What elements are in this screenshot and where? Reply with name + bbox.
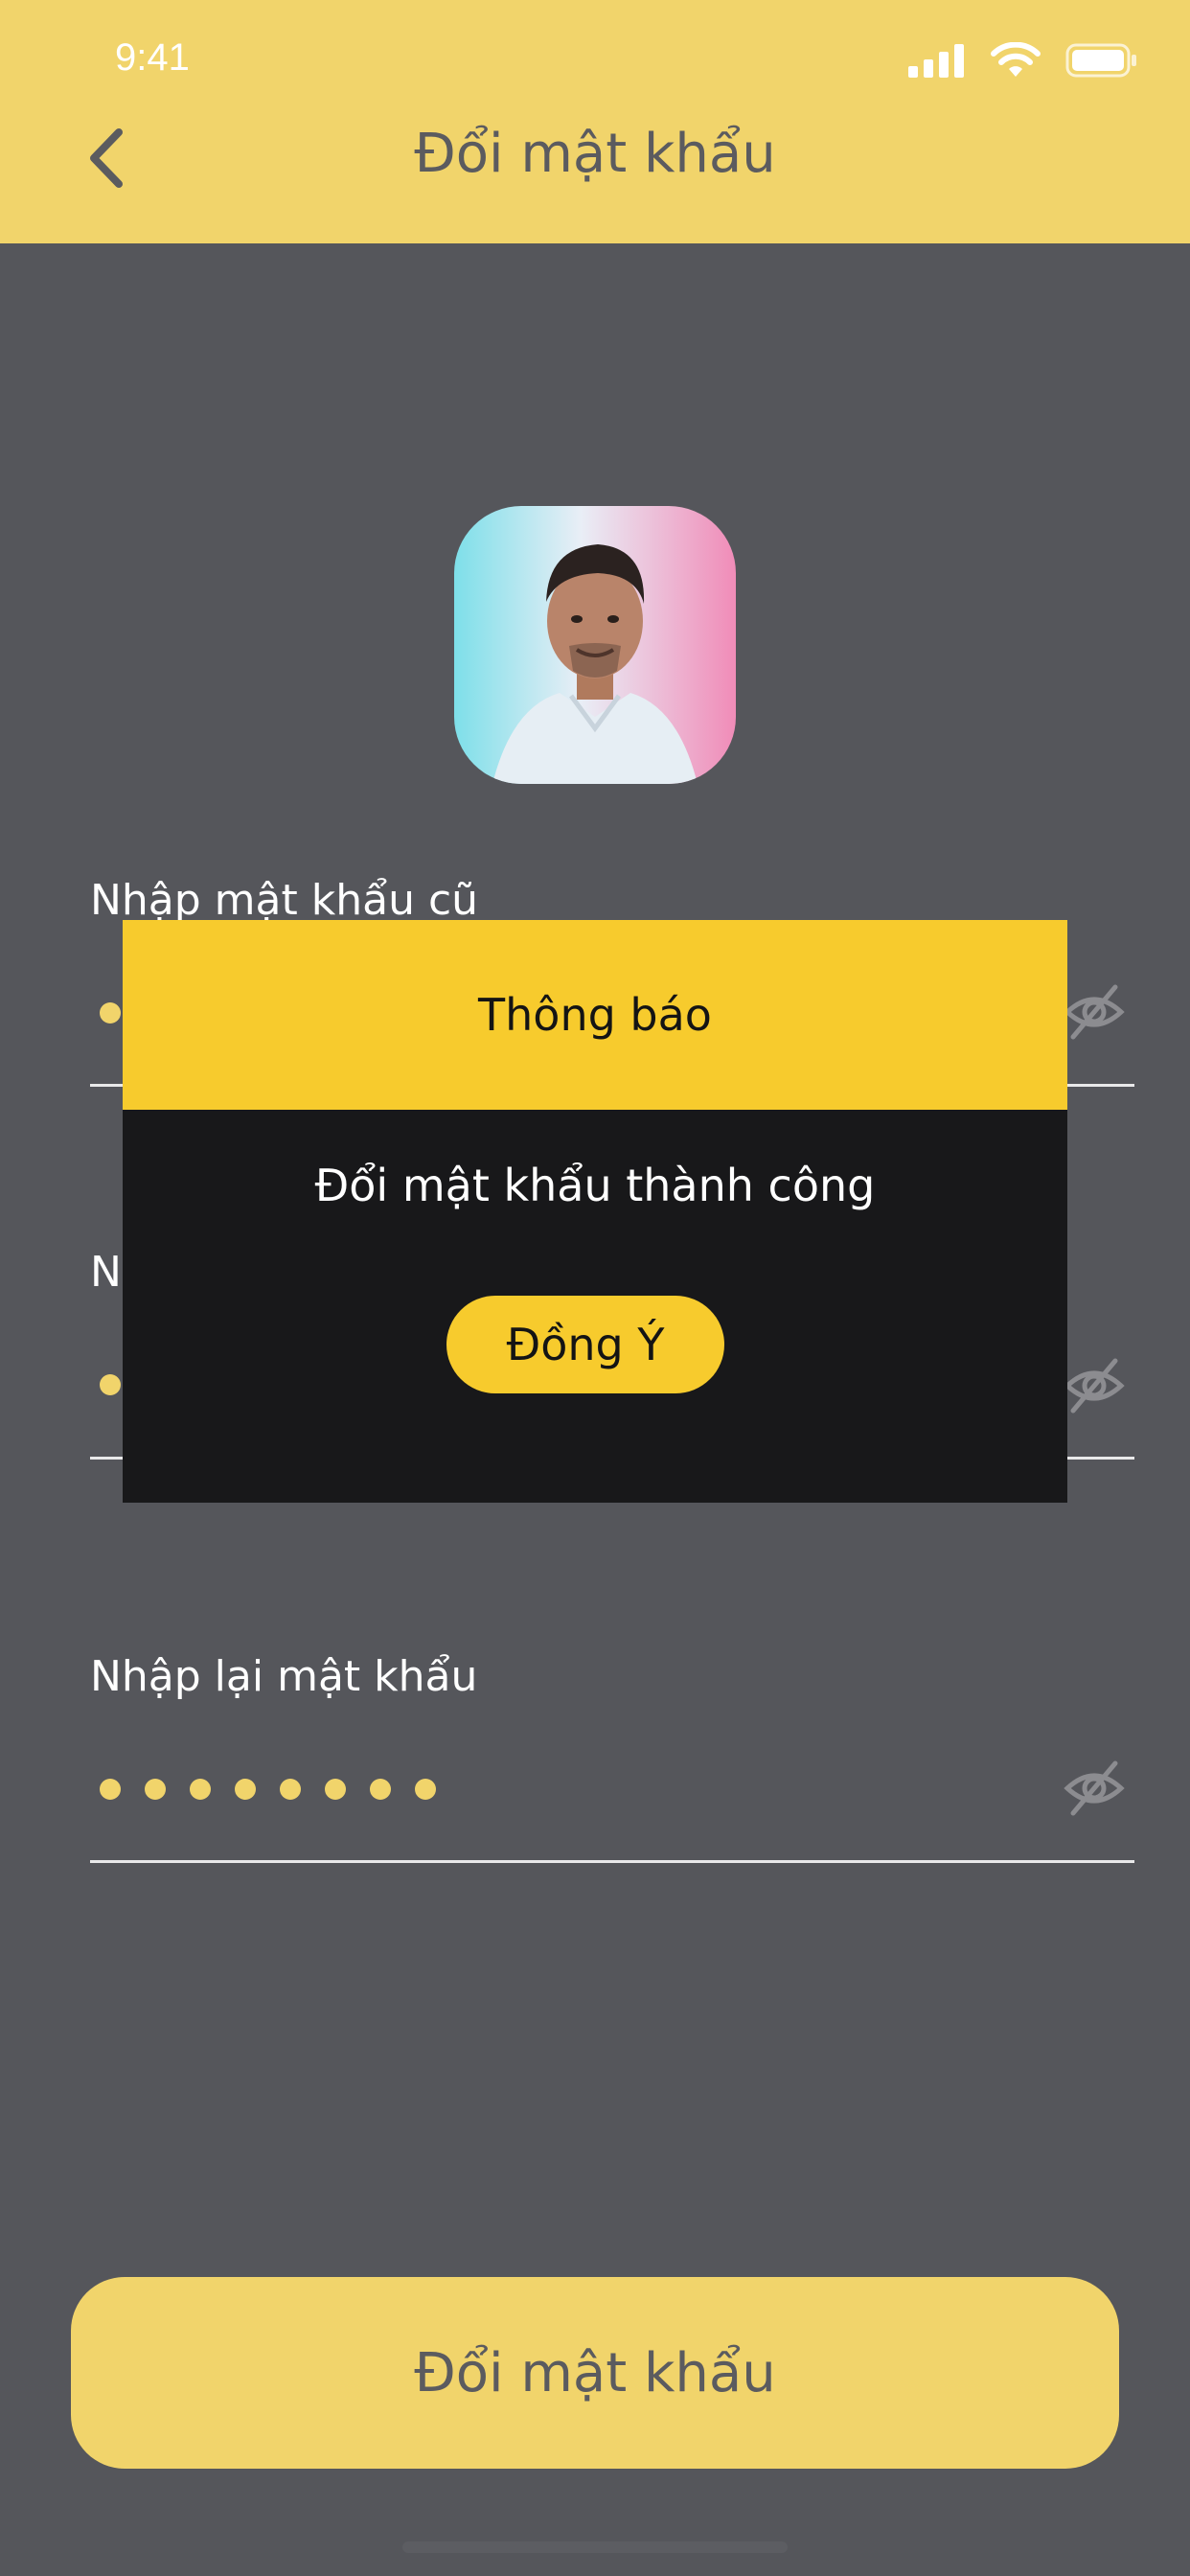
field-underline: [90, 1860, 1134, 1863]
eye-off-icon: [1064, 984, 1125, 1040]
password-dot: [145, 1779, 166, 1800]
notification-dialog: Thông báo Đổi mật khẩu thành công Đồng Ý: [123, 920, 1067, 1503]
status-icons: [908, 42, 1138, 79]
wifi-icon: [991, 42, 1041, 77]
password-dot: [415, 1779, 436, 1800]
password-dot: [100, 1002, 121, 1024]
new-password-label: N: [90, 1248, 122, 1297]
page-title: Đổi mật khẩu: [414, 123, 776, 185]
password-dot: [190, 1779, 211, 1800]
password-dot: [100, 1374, 121, 1395]
password-dot: [370, 1779, 391, 1800]
password-dot: [100, 1779, 121, 1800]
home-indicator: [402, 2542, 788, 2553]
confirm-password-label: Nhập lại mật khẩu: [90, 1652, 478, 1701]
password-dot: [280, 1779, 301, 1800]
toggle-visibility-button[interactable]: [1064, 1758, 1125, 1819]
avatar[interactable]: [454, 506, 736, 784]
eye-off-icon: [1064, 1760, 1125, 1816]
dialog-message: Đổi mật khẩu thành công: [314, 1160, 876, 1211]
battery-icon: [1065, 43, 1136, 78]
old-password-label: Nhập mật khẩu cũ: [90, 876, 479, 925]
dialog-body: Đổi mật khẩu thành công Đồng Ý: [123, 1110, 1067, 1503]
profile-photo: [454, 506, 736, 784]
dialog-title: Thông báo: [123, 920, 1067, 1110]
password-dot: [235, 1779, 256, 1800]
status-time: 9:41: [115, 36, 190, 79]
change-password-button[interactable]: Đổi mật khẩu: [71, 2277, 1119, 2469]
toggle-visibility-button[interactable]: [1064, 1355, 1125, 1416]
confirm-password-field[interactable]: [100, 1779, 436, 1800]
signal-icon: [908, 44, 964, 78]
password-dot: [325, 1779, 346, 1800]
agree-button[interactable]: Đồng Ý: [446, 1296, 724, 1393]
eye-off-icon: [1064, 1358, 1125, 1414]
toggle-visibility-button[interactable]: [1064, 981, 1125, 1043]
